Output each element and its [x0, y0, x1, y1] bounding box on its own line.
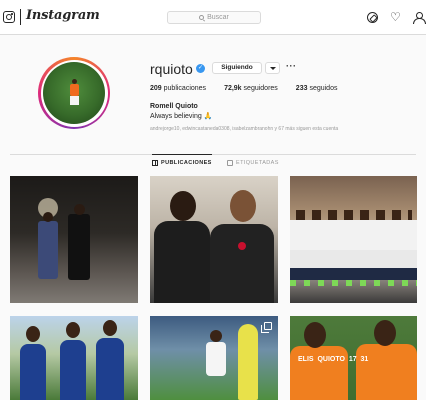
photo-crest	[238, 242, 246, 250]
tab-posts-label: PUBLICACIONES	[161, 160, 212, 166]
person-icon[interactable]	[413, 12, 426, 24]
photo-person	[96, 338, 124, 400]
photo-person	[154, 221, 210, 303]
multiple-photos-icon	[261, 322, 272, 333]
avatar-photo	[43, 62, 105, 124]
photo-head	[26, 326, 40, 342]
photo-person	[356, 344, 417, 400]
followers-count: 72,9k	[224, 85, 242, 92]
photo-head	[304, 322, 326, 348]
following-label: seguidos	[309, 85, 338, 92]
avatar-inner	[40, 59, 108, 127]
photo-team-boots	[290, 280, 417, 286]
photo-head	[210, 330, 222, 342]
post-thumbnail[interactable]	[290, 176, 417, 303]
post-thumbnail[interactable]	[10, 316, 138, 400]
stat-following[interactable]: 233 seguidos	[296, 85, 338, 92]
profile-stats: 209 publicaciones 72,9k seguidores 233 s…	[150, 85, 355, 92]
compass-icon[interactable]	[367, 12, 378, 23]
photo-head	[170, 191, 196, 221]
photo-head	[103, 320, 117, 336]
stat-posts: 209 publicaciones	[150, 85, 206, 92]
grid-icon	[152, 160, 158, 166]
more-options-icon[interactable]: ···	[286, 61, 297, 71]
following-count: 233	[295, 85, 308, 92]
photo-head	[374, 320, 396, 346]
logo-divider	[20, 9, 21, 25]
search-icon	[199, 15, 205, 20]
profile-username: rquioto	[150, 61, 193, 77]
search-input[interactable]: Buscar	[167, 11, 261, 24]
profile-full-name: Romell Quioto	[150, 103, 198, 110]
profile-bio: Always believing 🙏	[150, 113, 213, 120]
tag-icon	[227, 160, 233, 166]
post-thumbnail[interactable]	[10, 176, 138, 303]
tab-posts[interactable]: PUBLICACIONES	[152, 154, 212, 166]
photo-team-heads	[296, 210, 412, 220]
chevron-down-icon	[270, 67, 276, 70]
photo-team-shorts	[290, 250, 417, 268]
photo-head	[43, 212, 53, 222]
top-nav: Instagram Buscar ♡	[0, 0, 426, 35]
post-thumbnail[interactable]: ELIS QUIOTO 17 31	[290, 316, 417, 400]
photo-person	[290, 346, 348, 400]
post-thumbnail[interactable]	[150, 176, 278, 303]
photo-person	[38, 221, 58, 279]
followed-by-text[interactable]: andrejorge10, edwincastaneda0308, isabel…	[150, 126, 338, 132]
instagram-wordmark[interactable]: Instagram	[26, 8, 100, 23]
photo-training-dummy	[238, 324, 258, 400]
posts-label: publicaciones	[163, 85, 207, 92]
heart-icon[interactable]: ♡	[390, 11, 401, 23]
photo-person	[68, 214, 90, 280]
photo-team-socks	[290, 268, 417, 280]
posts-count: 209	[150, 85, 162, 92]
post-thumbnail[interactable]	[150, 316, 278, 400]
avatar-figure	[70, 79, 79, 96]
photo-person	[210, 224, 274, 303]
photo-head	[230, 190, 256, 222]
tab-tagged[interactable]: ETIQUETADAS	[227, 160, 279, 166]
photo-person	[20, 344, 46, 400]
instagram-icon[interactable]	[3, 11, 15, 23]
following-button[interactable]: Siguiendo	[212, 62, 262, 74]
profile-avatar[interactable]	[38, 57, 110, 129]
photo-head	[66, 322, 80, 338]
photo-person	[206, 342, 226, 376]
stat-followers[interactable]: 72,9k seguidores	[224, 85, 278, 92]
search-placeholder: Buscar	[207, 14, 229, 21]
tabs-divider	[10, 154, 416, 155]
tab-tagged-label: ETIQUETADAS	[236, 160, 279, 166]
verified-badge-icon: ✓	[196, 64, 205, 73]
avatar-figure-legs	[70, 96, 79, 105]
suggestions-dropdown-button[interactable]	[265, 62, 280, 74]
photo-person	[60, 340, 86, 400]
followers-label: seguidores	[243, 85, 278, 92]
photo-head	[74, 204, 85, 215]
jersey-text: ELIS QUIOTO 17 31	[298, 356, 369, 363]
